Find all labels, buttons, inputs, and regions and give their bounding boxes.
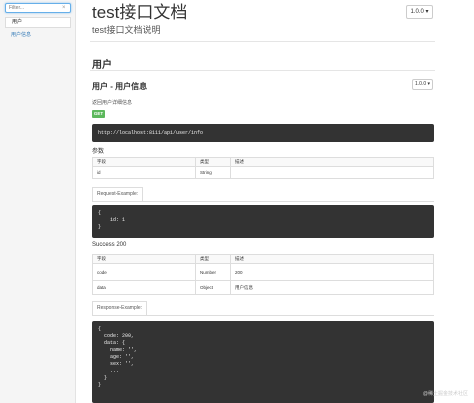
api-url: http://localhost:8111/api/user/info (92, 124, 434, 142)
table-header-row: 字段 类型 描述 (92, 157, 434, 167)
divider (90, 41, 435, 42)
table-cell: Object (195, 280, 231, 295)
table-row: code Number 200 (92, 263, 434, 281)
table-cell: id (92, 166, 196, 179)
api-title: 用户 - 用户信息 (92, 82, 148, 91)
response-example-code: { code: 200, data: { name: '', age: '', … (92, 321, 434, 403)
method-badge: GET (92, 110, 105, 118)
sidebar-item-user-info[interactable]: 用户信息 (5, 31, 71, 40)
success-table: 字段 类型 描述 code Number 200 data Object 用户信… (92, 254, 434, 295)
success-heading: Success 200 (92, 242, 127, 248)
column-header: 类型 (195, 254, 231, 264)
tab-divider (92, 315, 434, 316)
table-cell: 200 (230, 263, 434, 281)
version-dropdown[interactable]: 1.0.0 ▾ (406, 5, 433, 19)
table-cell: code (92, 263, 196, 281)
table-row: data Object 用户信息 (92, 280, 434, 295)
table-cell: data (92, 280, 196, 295)
tab-response-example[interactable]: Response-Example: (92, 301, 148, 315)
watermark: @稀土掘金技术社区 (422, 391, 468, 397)
page-subtitle: test接口文档说明 (92, 25, 161, 35)
section-title: 用户 (92, 60, 112, 71)
tab-request-example[interactable]: Request-Example: (92, 187, 144, 201)
sidebar: × 用户 用户信息 (0, 0, 76, 403)
main-content: test接口文档 test接口文档说明 1.0.0 ▾ 用户 用户 - 用户信息… (90, 0, 435, 403)
column-header: 字段 (92, 157, 196, 167)
filter-input[interactable] (6, 4, 62, 12)
table-cell: String (195, 166, 231, 179)
params-table: 字段 类型 描述 id String (92, 157, 434, 179)
request-example-code: { id: 1 } (92, 205, 434, 238)
clear-icon[interactable]: × (62, 4, 66, 12)
column-header: 描述 (230, 157, 434, 167)
api-description: 返回用户详细信息 (92, 100, 133, 106)
table-cell: 用户信息 (230, 280, 434, 295)
params-heading: 参数 (92, 149, 105, 155)
column-header: 字段 (92, 254, 196, 264)
divider (90, 70, 435, 71)
column-header: 描述 (230, 254, 434, 264)
table-cell: Number (195, 263, 231, 281)
sidebar-group-user[interactable]: 用户 (5, 17, 71, 28)
table-row: id String (92, 166, 434, 179)
api-version-dropdown[interactable]: 1.0.0 ▾ (412, 79, 433, 90)
filter-box: × (5, 3, 71, 13)
table-cell (230, 166, 434, 179)
tab-divider (92, 201, 434, 202)
column-header: 类型 (195, 157, 231, 167)
page-title: test接口文档 (92, 3, 188, 22)
table-header-row: 字段 类型 描述 (92, 254, 434, 264)
